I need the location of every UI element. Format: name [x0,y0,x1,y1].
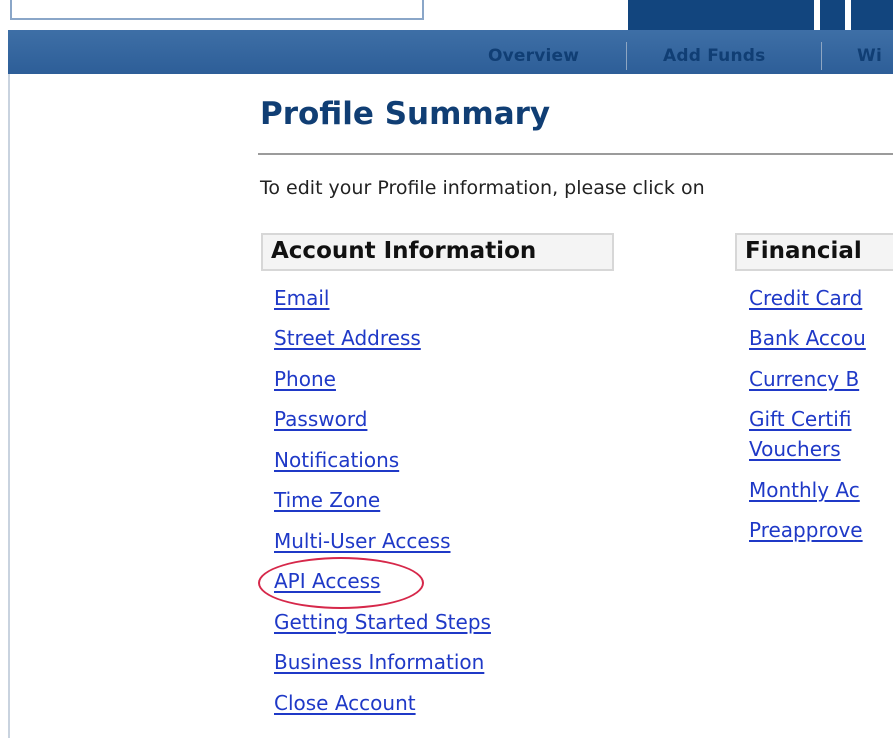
financial-header: Financial [735,233,893,271]
street-address-link[interactable]: Street Address [274,326,421,350]
list-item: Monthly Ac [749,478,860,502]
list-item: Notifications [274,448,399,472]
api-access-link[interactable]: API Access [274,569,380,593]
notifications-link[interactable]: Notifications [274,448,399,472]
list-item: Preapprove [749,518,863,542]
time-zone-link[interactable]: Time Zone [274,488,380,512]
list-item: Time Zone [274,488,380,512]
subnav-separator [626,42,627,70]
list-item: API Access [274,569,380,593]
title-divider [258,153,893,155]
list-item: Gift Certifi [749,407,851,431]
list-item: Password [274,407,367,431]
getting-started-steps-link[interactable]: Getting Started Steps [274,610,491,634]
list-item: Close Account [274,691,416,715]
monthly-account-statements-link[interactable]: Monthly Ac [749,478,860,502]
list-item: Vouchers [749,437,841,461]
list-item: Street Address [274,326,421,350]
list-item: Credit Card [749,286,862,310]
top-nav-tab[interactable] [628,0,814,30]
vouchers-link[interactable]: Vouchers [749,437,841,461]
top-nav-tab[interactable] [851,0,893,30]
gift-certificates-link[interactable]: Gift Certifi [749,407,851,431]
subnav-separator [821,42,822,70]
subnav-overview[interactable]: Overview [488,46,579,66]
bank-account-link[interactable]: Bank Accou [749,326,866,350]
list-item: Email [274,286,330,310]
business-information-link[interactable]: Business Information [274,650,484,674]
password-link[interactable]: Password [274,407,367,431]
list-item: Phone [274,367,336,391]
currency-balances-link[interactable]: Currency B [749,367,859,391]
page-title: Profile Summary [260,96,551,132]
top-input-field-edge[interactable] [10,0,424,20]
phone-link[interactable]: Phone [274,367,336,391]
subnav-add-funds[interactable]: Add Funds [663,46,765,66]
list-item: Bank Accou [749,326,866,350]
instruction-text: To edit your Profile information, please… [260,177,705,199]
list-item: Getting Started Steps [274,610,491,634]
account-information-header: Account Information [261,233,614,271]
content-panel [8,74,893,738]
multi-user-access-link[interactable]: Multi-User Access [274,529,451,553]
list-item: Business Information [274,650,484,674]
preapproved-payments-link[interactable]: Preapprove [749,518,863,542]
list-item: Currency B [749,367,859,391]
email-link[interactable]: Email [274,286,330,310]
top-nav-tab[interactable] [820,0,845,30]
credit-card-link[interactable]: Credit Card [749,286,862,310]
list-item: Multi-User Access [274,529,451,553]
close-account-link[interactable]: Close Account [274,691,416,715]
subnav-withdraw[interactable]: Wi [857,46,882,66]
